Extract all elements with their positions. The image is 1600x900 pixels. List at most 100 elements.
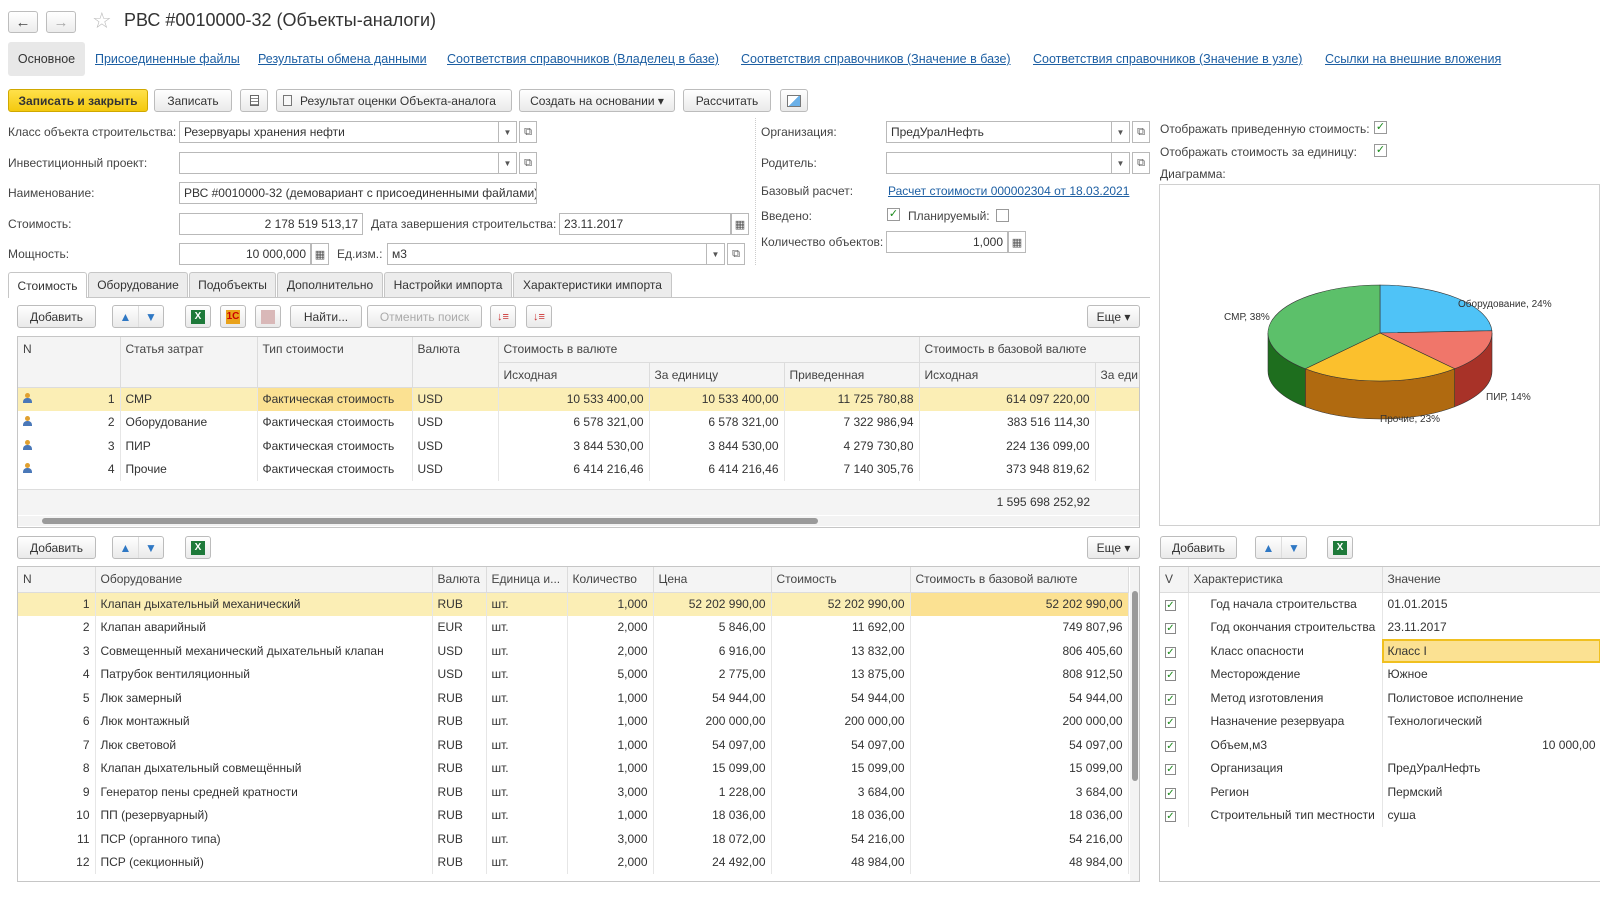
- col-reduced[interactable]: Приведенная: [784, 362, 920, 388]
- move-up-icon[interactable]: ▲: [113, 306, 138, 327]
- col-base-source[interactable]: Исходная: [919, 362, 1096, 388]
- class-dropdown-button[interactable]: ▼: [499, 121, 517, 143]
- col-value[interactable]: Значение: [1382, 567, 1600, 593]
- cost-export-excel-button[interactable]: X: [185, 305, 211, 328]
- cost-move-buttons[interactable]: ▲ ▼: [112, 305, 164, 328]
- calculate-button[interactable]: Рассчитать: [683, 89, 771, 112]
- tab-equipment[interactable]: Оборудование: [88, 272, 188, 297]
- save-button[interactable]: Записать: [154, 89, 232, 112]
- value-cell[interactable]: Технологический: [1382, 709, 1600, 733]
- table-row[interactable]: 6 Люк монтажный RUB шт. 1,000 200 000,00 200 0…: [18, 709, 1129, 733]
- col-n[interactable]: N: [18, 337, 121, 388]
- value-cell[interactable]: суша: [1382, 803, 1600, 827]
- tab-import-characteristics[interactable]: Характеристики импорта: [513, 272, 672, 297]
- col-n[interactable]: N: [18, 567, 96, 593]
- use-checkbox-cell[interactable]: ✓: [1160, 780, 1189, 804]
- show-reduced-checkbox[interactable]: ✓: [1374, 121, 1387, 134]
- cost-field[interactable]: 2 178 519 513,17: [179, 213, 363, 235]
- characteristics-move-buttons[interactable]: ▲ ▼: [1255, 536, 1307, 559]
- equipment-move-buttons[interactable]: ▲ ▼: [112, 536, 164, 559]
- table-row[interactable]: 11 ПСР (органного типа) RUB шт. 3,000 18 072,…: [18, 827, 1129, 851]
- class-open-button[interactable]: ⧉: [519, 121, 537, 143]
- col-currency[interactable]: Валюта: [432, 567, 487, 593]
- tab-mapping-value-base[interactable]: Соответствия справочников (Значение в ба…: [741, 52, 1011, 66]
- power-calculator-button[interactable]: ▦: [311, 243, 329, 265]
- table-row[interactable]: ✓ Класс опасности Класс I: [1160, 639, 1600, 663]
- table-row[interactable]: ✓ Год окончания строительства 23.11.2017: [1160, 615, 1600, 639]
- col-unit[interactable]: Единица и...: [486, 567, 568, 593]
- unit-open-button[interactable]: ⧉: [727, 243, 745, 265]
- col-currency[interactable]: Валюта: [412, 337, 499, 388]
- parent-dropdown-button[interactable]: ▼: [1112, 152, 1130, 174]
- col-base-per-unit[interactable]: За еди: [1095, 362, 1139, 388]
- class-field[interactable]: Резервуары хранения нефти: [179, 121, 499, 143]
- base-calc-link[interactable]: Расчет стоимости 000002304 от 18.03.2021: [888, 184, 1129, 198]
- table-row[interactable]: 4 Патрубок вентиляционный USD шт. 5,000 2 775…: [18, 662, 1129, 686]
- table-row[interactable]: 3 Совмещенный механический дыхательный кл…: [18, 639, 1129, 663]
- equipment-scroll-thumb[interactable]: [1132, 591, 1138, 781]
- cost-scroll-thumb[interactable]: [42, 518, 818, 524]
- value-cell[interactable]: Полистовое исполнение: [1382, 686, 1600, 710]
- back-button[interactable]: ←: [8, 11, 38, 33]
- unit-dropdown-button[interactable]: ▼: [707, 243, 725, 265]
- use-checkbox-cell[interactable]: ✓: [1160, 639, 1189, 663]
- tab-mapping-owner[interactable]: Соответствия справочников (Владелец в ба…: [447, 52, 719, 66]
- table-row[interactable]: 7 Люк световой RUB шт. 1,000 54 097,00 54 097,…: [18, 733, 1129, 757]
- table-row[interactable]: 9 Генератор пены средней кратности RUB шт. 3…: [18, 780, 1129, 804]
- move-down-icon[interactable]: ▼: [138, 537, 163, 558]
- tab-main[interactable]: Основное: [8, 42, 85, 76]
- tab-exchange-results[interactable]: Результаты обмена данными: [258, 52, 427, 66]
- save-and-close-button[interactable]: Записать и закрыть: [8, 89, 148, 112]
- col-equipment[interactable]: Оборудование: [95, 567, 433, 593]
- col-source[interactable]: Исходная: [498, 362, 650, 388]
- invest-open-button[interactable]: ⧉: [519, 152, 537, 174]
- chart-settings-button[interactable]: [780, 89, 808, 112]
- forward-button[interactable]: →: [46, 11, 76, 33]
- col-cost-base[interactable]: Стоимость в базовой валюте: [910, 567, 1129, 593]
- table-row[interactable]: ✓ Строительный тип местности суша: [1160, 803, 1600, 827]
- use-checkbox[interactable]: ✓: [1165, 740, 1176, 752]
- invest-dropdown-button[interactable]: ▼: [499, 152, 517, 174]
- table-row[interactable]: 2 Клапан аварийный EUR шт. 2,000 5 846,00 11 6…: [18, 615, 1129, 639]
- use-checkbox[interactable]: ✓: [1165, 764, 1176, 776]
- value-cell[interactable]: 10 000,00: [1382, 733, 1600, 757]
- parent-field[interactable]: [886, 152, 1112, 174]
- table-row[interactable]: ✓ Организация ПредУралНефть: [1160, 756, 1600, 780]
- evaluation-report-button[interactable]: Результат оценки Объекта-аналога: [276, 89, 512, 112]
- equipment-vertical-scrollbar[interactable]: [1130, 567, 1139, 881]
- value-cell[interactable]: 01.01.2015: [1382, 592, 1600, 616]
- table-row[interactable]: 1 СМР Фактическая стоимость USD 10 533 400,0…: [18, 387, 1139, 411]
- table-row[interactable]: 4 Прочие Фактическая стоимость USD 6 414 216…: [18, 457, 1139, 481]
- name-field[interactable]: РВС #0010000-32 (демовариант с присоедин…: [179, 182, 537, 204]
- table-row[interactable]: ✓ Метод изготовления Полистовое исполнение: [1160, 686, 1600, 710]
- table-row[interactable]: 8 Клапан дыхательный совмещённый RUB шт. 1,0…: [18, 756, 1129, 780]
- tab-cost[interactable]: Стоимость: [8, 272, 87, 298]
- col-characteristic[interactable]: Характеристика: [1188, 567, 1383, 593]
- col-type[interactable]: Тип стоимости: [257, 337, 413, 388]
- cost-more-button[interactable]: Еще ▾: [1087, 305, 1140, 328]
- table-row[interactable]: 12 ПСР (секционный) RUB шт. 2,000 24 492,00 48…: [18, 850, 1129, 874]
- favorite-star-icon[interactable]: ☆: [92, 8, 112, 34]
- table-row[interactable]: ✓ Назначение резервуара Технологический: [1160, 709, 1600, 733]
- calendar-button[interactable]: ▦: [731, 213, 749, 235]
- use-checkbox[interactable]: ✓: [1165, 623, 1176, 635]
- cost-horizontal-scrollbar[interactable]: [18, 516, 1139, 526]
- table-row[interactable]: 10 ПП (резервуарный) RUB шт. 1,000 18 036,00 1…: [18, 803, 1129, 827]
- use-checkbox-cell[interactable]: ✓: [1160, 662, 1189, 686]
- use-checkbox[interactable]: ✓: [1165, 600, 1176, 611]
- col-price[interactable]: Цена: [653, 567, 772, 593]
- power-field[interactable]: 10 000,000: [179, 243, 311, 265]
- table-row[interactable]: ✓ Объем,м3 10 000,00: [1160, 733, 1600, 757]
- tab-subobjects[interactable]: Подобъекты: [189, 272, 276, 297]
- cancel-search-button[interactable]: Отменить поиск: [367, 305, 482, 328]
- characteristics-add-button[interactable]: Добавить: [1160, 536, 1237, 559]
- table-row[interactable]: 1 Клапан дыхательный механический RUB шт. 1,…: [18, 592, 1129, 616]
- value-cell[interactable]: ПредУралНефть: [1382, 756, 1600, 780]
- table-row[interactable]: 3 ПИР Фактическая стоимость USD 3 844 530,00…: [18, 434, 1139, 458]
- value-cell[interactable]: Южное: [1382, 662, 1600, 686]
- tab-import-settings[interactable]: Настройки импорта: [384, 272, 512, 297]
- planned-checkbox[interactable]: [996, 209, 1009, 222]
- find-button[interactable]: Найти...: [290, 305, 362, 328]
- col-per-unit[interactable]: За единицу: [649, 362, 785, 388]
- cost-import-button[interactable]: 1С: [220, 305, 246, 328]
